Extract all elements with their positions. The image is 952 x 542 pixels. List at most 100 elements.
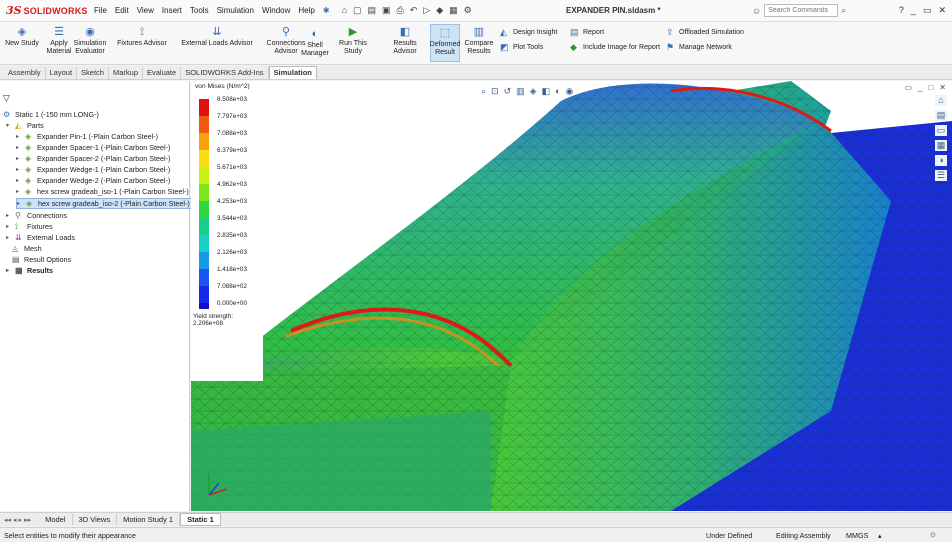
stress-plot-model[interactable] xyxy=(191,81,952,511)
tab-markup[interactable]: Markup xyxy=(109,67,143,79)
run-this-study-button[interactable]: ▶ Run This Study xyxy=(332,26,374,56)
options-icon[interactable]: ⚙ xyxy=(464,5,472,16)
menu-tools[interactable]: Tools xyxy=(190,6,209,15)
tab-model[interactable]: Model xyxy=(39,514,73,525)
tab-static-study[interactable]: Static 1 xyxy=(180,513,221,526)
fixtures-advisor-button[interactable]: ⟟ Fixtures Advisor xyxy=(110,26,174,48)
tree-results[interactable]: ▸ ▦ Results xyxy=(6,266,53,275)
tab-assembly[interactable]: Assembly xyxy=(4,67,46,79)
tree-study[interactable]: ⚙ Static 1 (-150 mm LONG-) xyxy=(3,110,99,119)
previous-view-icon[interactable]: ↺ xyxy=(504,86,512,97)
restore-icon[interactable]: ▭ xyxy=(923,5,932,16)
tree-part-item[interactable]: ▸ ◈ Expander Wedge-2 (-Plain Carbon Stee… xyxy=(16,176,170,185)
graphics-close-icon[interactable]: ✕ xyxy=(939,83,946,92)
design-library-icon[interactable]: ▤ xyxy=(935,110,947,121)
tree-mesh[interactable]: ◬ Mesh xyxy=(12,244,42,253)
collapse-arrow-icon[interactable]: ▸ xyxy=(16,177,22,184)
tree-part-item[interactable]: ▸ ◈ Expander Pin-1 (-Plain Carbon Steel-… xyxy=(16,132,158,141)
home-icon[interactable]: ⌂ xyxy=(342,5,347,16)
minimize-icon[interactable]: _ xyxy=(911,5,916,16)
print-icon[interactable]: ⎙ xyxy=(397,5,404,16)
filter-icon[interactable]: ▽ xyxy=(3,93,10,104)
simulation-evaluator-button[interactable]: ◉ Simulation Evaluator xyxy=(72,26,108,56)
solidworks-logo[interactable]: 3S SOLIDWORKS xyxy=(6,4,87,17)
next-tab-arrow-icon[interactable]: ▸ xyxy=(19,516,23,524)
user-icon[interactable]: ☺ xyxy=(752,6,761,16)
menu-simulation[interactable]: Simulation xyxy=(217,6,254,15)
report-button[interactable]: ▤ Report xyxy=(570,27,604,37)
pin-icon[interactable]: ✱ xyxy=(323,6,330,15)
manage-network-button[interactable]: ⚑ Manage Network xyxy=(666,42,732,52)
quick-tips-icon[interactable]: ⊙ xyxy=(930,530,936,539)
design-insight-button[interactable]: ◭ Design Insight xyxy=(500,27,557,37)
select-icon[interactable]: ▷ xyxy=(423,5,430,16)
file-explorer-icon[interactable]: ▭ xyxy=(935,125,947,136)
collapse-arrow-icon[interactable]: ▸ xyxy=(16,188,22,195)
graphics-maximize-icon[interactable]: □ xyxy=(928,83,933,92)
view-palette-icon[interactable]: ▦ xyxy=(935,140,947,151)
offloaded-simulation-button[interactable]: ⇪ Offloaded Simulation xyxy=(666,27,744,37)
shell-manager-button[interactable]: ◐ Shell Manager xyxy=(300,28,330,58)
tree-part-item[interactable]: ▸ ◈ Expander Spacer-2 (-Plain Carbon Ste… xyxy=(16,154,170,163)
tab-motion-study[interactable]: Motion Study 1 xyxy=(117,514,181,525)
tree-part-item[interactable]: ▸ ◈ Expander Wedge-1 (-Plain Carbon Stee… xyxy=(16,165,170,174)
collapse-arrow-icon[interactable]: ▸ xyxy=(16,166,22,173)
collapse-arrow-icon[interactable]: ▸ xyxy=(16,155,22,162)
apply-material-button[interactable]: ☰ Apply Material xyxy=(44,26,74,56)
open-icon[interactable]: ▤ xyxy=(368,5,377,16)
help-icon[interactable]: ? xyxy=(899,5,904,16)
collapse-arrow-icon[interactable]: ▸ xyxy=(16,133,22,140)
collapse-arrow-icon[interactable]: ▸ xyxy=(16,144,22,151)
compare-results-button[interactable]: ▥ Compare Results xyxy=(462,26,496,56)
tab-sketch[interactable]: Sketch xyxy=(77,67,109,79)
resources-icon[interactable]: ⌂ xyxy=(935,95,947,106)
expand-arrow-icon[interactable]: ▾ xyxy=(6,122,12,129)
search-icon[interactable]: ⌕ xyxy=(841,5,846,16)
tab-evaluate[interactable]: Evaluate xyxy=(143,67,182,79)
appearances-icon[interactable]: ◑ xyxy=(935,155,947,166)
first-tab-arrow-icon[interactable]: ◂◂ xyxy=(4,516,11,524)
zoom-area-icon[interactable]: ⊡ xyxy=(491,86,499,97)
plot-tools-button[interactable]: ◩ Plot Tools xyxy=(500,42,543,52)
menu-file[interactable]: File xyxy=(94,6,107,15)
close-icon[interactable]: ✕ xyxy=(938,5,946,16)
rebuild-icon[interactable]: ◆ xyxy=(436,5,443,16)
collapse-arrow-icon[interactable]: ▸ xyxy=(6,267,12,274)
menu-window[interactable]: Window xyxy=(262,6,290,15)
display-style-icon[interactable]: ◧ xyxy=(542,86,551,97)
tab-solidworks-addins[interactable]: SOLIDWORKS Add-Ins xyxy=(181,67,269,79)
deformed-result-button[interactable]: ⬚ Deformed Result xyxy=(430,24,460,62)
search-input[interactable] xyxy=(764,4,839,17)
section-view-icon[interactable]: ▥ xyxy=(516,86,525,97)
tree-result-options[interactable]: ▤ Result Options xyxy=(12,255,71,264)
last-tab-arrow-icon[interactable]: ▸▸ xyxy=(24,516,31,524)
collapse-arrow-icon[interactable]: ▸ xyxy=(17,200,23,207)
tree-part-item[interactable]: ▸ ◈ hex screw gradeab_iso-1 (-Plain Carb… xyxy=(16,187,189,196)
units-dropdown-icon[interactable]: ▴ xyxy=(878,531,882,540)
menu-insert[interactable]: Insert xyxy=(162,6,182,15)
save-icon[interactable]: ▣ xyxy=(382,5,391,16)
custom-properties-icon[interactable]: ☰ xyxy=(935,170,947,181)
zoom-to-fit-icon[interactable]: ⌕ xyxy=(481,86,486,97)
graphics-minimize-icon[interactable]: _ xyxy=(918,83,922,92)
results-advisor-button[interactable]: ◧ Results Advisor xyxy=(382,26,428,56)
tree-part-item[interactable]: ▸ ◈ Expander Spacer-1 (-Plain Carbon Ste… xyxy=(16,143,170,152)
tree-parts[interactable]: ▾ ◭ Parts xyxy=(6,121,44,130)
tab-simulation[interactable]: Simulation xyxy=(268,66,317,79)
prev-tab-arrow-icon[interactable]: ◂ xyxy=(13,516,17,524)
graphics-area[interactable]: von Mises (N/m^2) 8.508e+03 7.797e+03 7.08… xyxy=(191,81,952,511)
new-document-icon[interactable]: ▢ xyxy=(353,5,362,16)
tab-layout[interactable]: Layout xyxy=(46,67,78,79)
menu-view[interactable]: View xyxy=(137,6,154,15)
new-study-button[interactable]: ◈ New Study xyxy=(4,26,40,48)
undo-icon[interactable]: ↶ xyxy=(410,5,418,16)
tab-3d-views[interactable]: 3D Views xyxy=(73,514,118,525)
view-orientation-icon[interactable]: ◈ xyxy=(530,86,537,97)
menu-edit[interactable]: Edit xyxy=(115,6,129,15)
collapse-arrow-icon[interactable]: ▸ xyxy=(6,223,12,230)
external-loads-advisor-button[interactable]: ⇊ External Loads Advisor xyxy=(176,26,258,48)
menu-help[interactable]: Help xyxy=(298,6,314,15)
include-image-button[interactable]: ◆ Include Image for Report xyxy=(570,42,660,52)
graphics-restore-icon[interactable]: ▭ xyxy=(904,83,912,92)
hide-show-icon[interactable]: ◐ xyxy=(555,86,560,97)
